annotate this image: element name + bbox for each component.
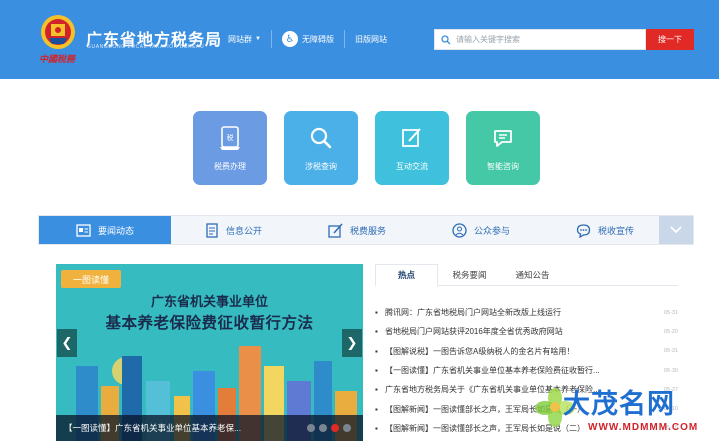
slider-dots: [307, 424, 351, 432]
news-title[interactable]: 【一图读懂】广东省机关事业单位基本养老保险费征收暂行...: [385, 365, 652, 376]
pen-icon: [328, 222, 344, 238]
tab-news[interactable]: 要闻动态: [39, 216, 171, 244]
quick-service-tiles: 税 税费办理 涉税查询 互动交流 智能咨询: [193, 111, 540, 185]
tab-tax-publicity[interactable]: 税收宣传: [543, 216, 667, 244]
slider-next-button[interactable]: ❯: [342, 329, 362, 357]
bullet: ▪: [375, 346, 378, 356]
slide-headline-1: 广东省机关事业单位: [150, 294, 268, 309]
tile-interaction[interactable]: 互动交流: [375, 111, 449, 185]
bullet: ▪: [375, 404, 378, 414]
divider: [343, 30, 345, 48]
search-button[interactable]: 搜一下: [646, 29, 694, 50]
list-item[interactable]: ▪ 腾讯网：广东省地税局门户网站全新改版上线运行 05-31: [375, 303, 678, 322]
tab-info-disclosure[interactable]: 信息公开: [171, 216, 295, 244]
news-slider[interactable]: 一图读懂 广东省机关事业单位 基本养老保险费征收暂行方法 ❮ ❯ 【一图读懂】广…: [56, 264, 363, 441]
site-subtitle: GUANGDONG LOCAL TAXATION BUREAU: [87, 44, 205, 50]
bullet: ▪: [375, 308, 378, 318]
magnifier-icon: [307, 124, 335, 152]
bullet: ▪: [375, 423, 378, 433]
news-title[interactable]: 省地税局门户网站获评2016年度全省优秀政府网站: [385, 326, 652, 337]
tile-label: 互动交流: [396, 162, 428, 171]
tab-label: 要闻动态: [97, 225, 134, 236]
document-icon: [204, 222, 220, 238]
divider: [270, 30, 272, 48]
slide-badge: 一图读懂: [61, 270, 121, 288]
accessibility-label: 无障碍版: [301, 34, 334, 44]
tab-label: 税收宣传: [597, 225, 634, 236]
tile-smart-consult[interactable]: 智能咨询: [466, 111, 540, 185]
wheelchair-icon: ♿: [281, 31, 298, 47]
tile-tax-service[interactable]: 税 税费办理: [193, 111, 267, 185]
chevron-down-icon: [670, 226, 682, 234]
list-item[interactable]: ▪ 省地税局门户网站获评2016年度全省优秀政府网站 05-20: [375, 322, 678, 341]
news-title[interactable]: 【图解说税】一图告诉您A级纳税人的金名片有啥用！: [385, 346, 652, 357]
news-title[interactable]: 腾讯网：广东省地税局门户网站全新改版上线运行: [385, 307, 652, 318]
news-tabs: 热点 税务要闻 通知公告: [375, 264, 678, 287]
red-calligraphy-logo: 中國稅務: [39, 55, 76, 65]
watermark-title: 大茂名网: [563, 389, 675, 420]
bullet: ▪: [375, 366, 378, 376]
tab-public-participation[interactable]: 公众参与: [419, 216, 543, 244]
tab-label: 公众参与: [473, 225, 510, 236]
watermark-url: WWW.MDMMM.COM: [588, 422, 699, 433]
search-box: [434, 29, 646, 50]
tile-label: 税费办理: [214, 162, 246, 171]
tab-more-button[interactable]: [659, 216, 693, 244]
tab-label: 税费服务: [349, 225, 386, 236]
news-date: 05-31: [663, 348, 678, 355]
news-date: 05-30: [663, 367, 678, 374]
news-date: 05-31: [663, 309, 678, 316]
slider-prev-button[interactable]: ❮: [57, 329, 77, 357]
tax-service-icon: 税: [216, 124, 244, 152]
news-icon: [76, 222, 92, 238]
list-item[interactable]: ▪ 【一图读懂】广东省机关事业单位基本养老保险费征收暂行... 05-30: [375, 361, 678, 380]
accessibility-link[interactable]: ♿ 无障碍版: [281, 31, 334, 47]
site-watermark: 大茂名网 WWW.MDMMM.COM: [535, 382, 719, 441]
svg-text:税: 税: [227, 133, 234, 142]
slider-dot-active[interactable]: [331, 424, 339, 432]
tab-label: 信息公开: [225, 225, 262, 236]
slider-dot[interactable]: [343, 424, 351, 432]
tab-tax-service[interactable]: 税费服务: [295, 216, 419, 244]
bullet: ▪: [375, 385, 378, 395]
site-header: 中國稅務 广东省地方税务局 GUANGDONG LOCAL TAXATION B…: [0, 0, 719, 79]
bubble-icon: [576, 222, 592, 238]
slider-dot[interactable]: [319, 424, 327, 432]
search-input[interactable]: [456, 35, 636, 44]
section-tabbar: 要闻动态 信息公开 税费服务 公众参与 税收宣传: [38, 215, 694, 245]
news-date: 05-20: [663, 328, 678, 335]
news-tab-hot[interactable]: 热点: [375, 264, 438, 287]
search-icon: [441, 34, 451, 44]
tile-label: 智能咨询: [487, 162, 519, 171]
bullet: ▪: [375, 327, 378, 337]
tile-tax-query[interactable]: 涉税查询: [284, 111, 358, 185]
chat-icon: [489, 124, 517, 152]
header-nav: 网站群 ▼ ♿ 无障碍版 旧版网站: [228, 25, 387, 53]
site-group-label: 网站群: [228, 34, 252, 44]
dropdown-arrow-icon: ▼: [255, 36, 261, 42]
tax-emblem-icon: [41, 15, 75, 49]
edit-icon: [398, 124, 426, 152]
slider-dot[interactable]: [307, 424, 315, 432]
list-item[interactable]: ▪ 【图解说税】一图告诉您A级纳税人的金名片有啥用！ 05-31: [375, 342, 678, 361]
tile-label: 涉税查询: [305, 162, 337, 171]
news-tab-notices[interactable]: 通知公告: [501, 264, 564, 286]
site-group-menu[interactable]: 网站群 ▼: [228, 34, 261, 45]
old-site-link[interactable]: 旧版网站: [355, 34, 387, 45]
user-icon: [452, 222, 468, 238]
news-tab-tax-news[interactable]: 税务要闻: [438, 264, 501, 286]
